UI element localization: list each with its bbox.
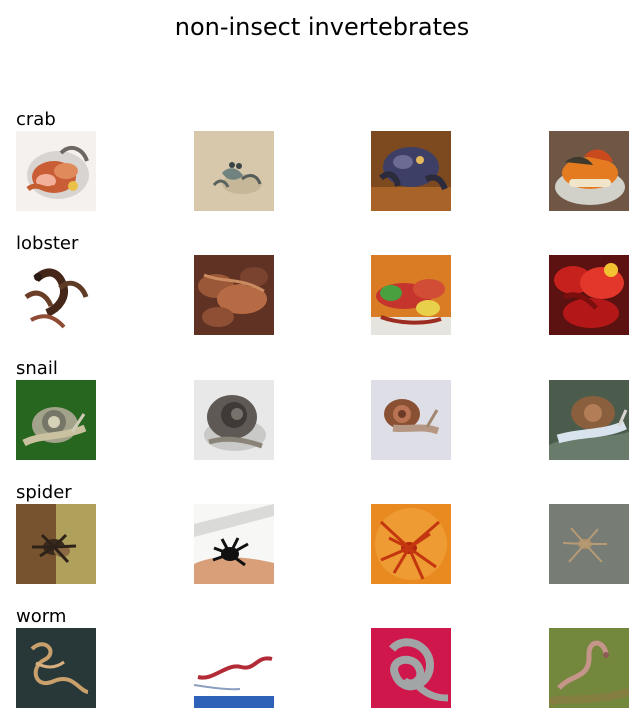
- image-spider-1: [16, 504, 96, 584]
- image-snail-1: [16, 380, 96, 460]
- figure-title: non-insect invertebrates: [174, 13, 470, 41]
- row-label-crab: crab: [16, 109, 56, 130]
- image-crab-1: [16, 131, 96, 211]
- image-snail-2: [194, 380, 274, 460]
- image-worm-3: [371, 628, 451, 708]
- row-label-snail: snail: [16, 358, 58, 379]
- image-lobster-4: [549, 255, 629, 335]
- image-crab-2: [194, 131, 274, 211]
- image-grid-figure: non-insect invertebrates crab lobster sn…: [0, 0, 644, 724]
- image-worm-4: [549, 628, 629, 708]
- image-worm-2: [194, 628, 274, 708]
- image-spider-2: [194, 504, 274, 584]
- image-snail-4: [549, 380, 629, 460]
- image-lobster-1: [16, 255, 96, 335]
- image-crab-3: [371, 131, 451, 211]
- image-lobster-2: [194, 255, 274, 335]
- image-spider-4: [549, 504, 629, 584]
- image-lobster-3: [371, 255, 451, 335]
- image-worm-1: [16, 628, 96, 708]
- image-crab-4: [549, 131, 629, 211]
- row-label-spider: spider: [16, 482, 72, 503]
- row-label-worm: worm: [16, 606, 67, 627]
- image-snail-3: [371, 380, 451, 460]
- image-spider-3: [371, 504, 451, 584]
- row-label-lobster: lobster: [16, 233, 79, 254]
